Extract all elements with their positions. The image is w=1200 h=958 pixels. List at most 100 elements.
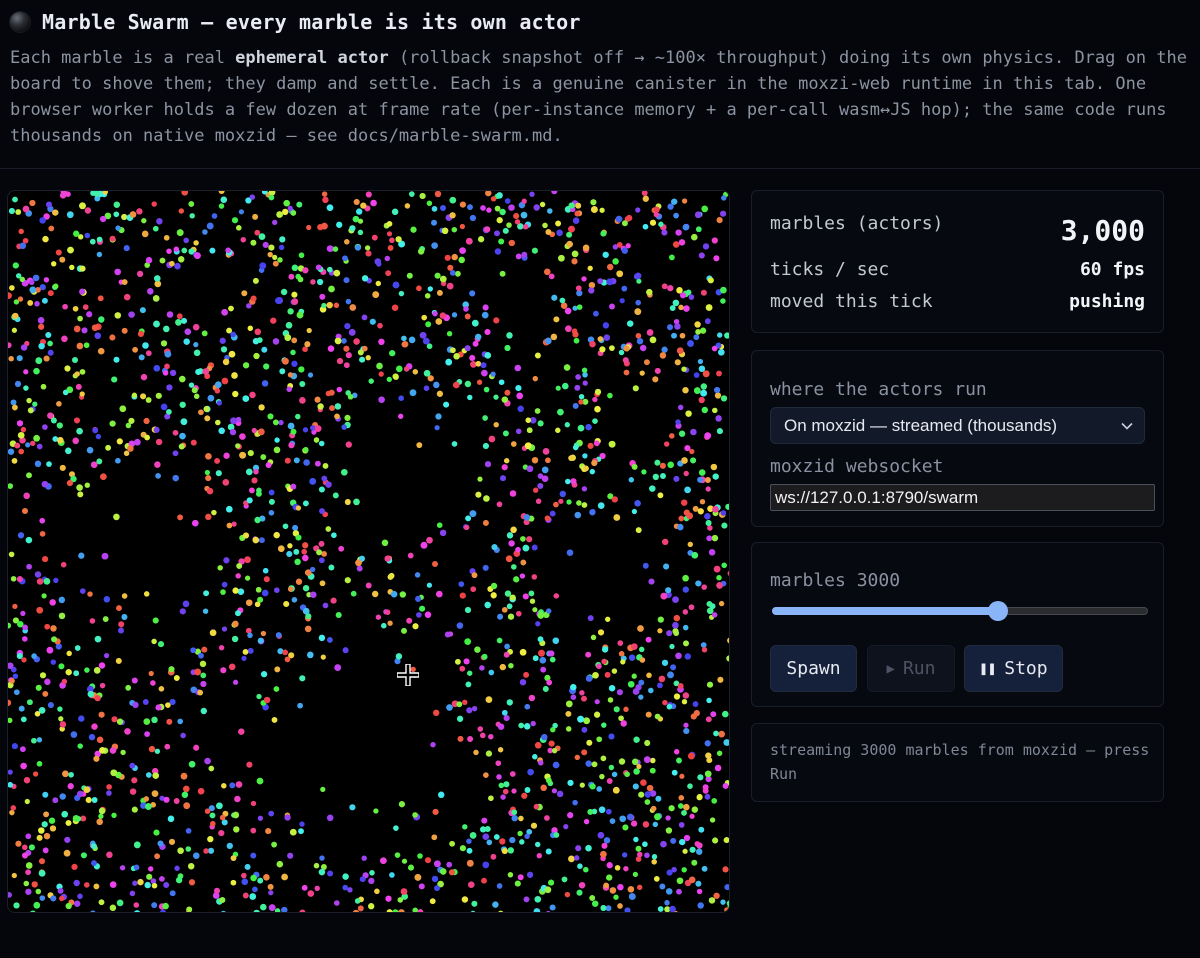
marble (697, 508, 704, 515)
marble (29, 199, 36, 207)
marble (349, 225, 356, 232)
marble (109, 420, 116, 427)
marble (645, 636, 652, 643)
marble (36, 761, 43, 767)
marble (291, 298, 299, 305)
marble (185, 846, 192, 852)
marble (38, 342, 45, 350)
marble (414, 874, 422, 881)
runtime-panel: where the actors run On moxzid — streame… (751, 350, 1164, 527)
marble (35, 888, 42, 895)
marble (581, 695, 587, 702)
marble-canvas[interactable] (8, 191, 730, 913)
marble (100, 473, 107, 480)
marble (532, 376, 538, 382)
marble (684, 653, 692, 660)
marble (361, 275, 369, 282)
marble (545, 229, 552, 235)
marble (603, 334, 610, 341)
marble (10, 576, 17, 582)
marble (416, 442, 423, 448)
marble (612, 786, 620, 794)
marble (577, 424, 585, 432)
marble (609, 818, 616, 824)
marble-board[interactable] (7, 190, 730, 913)
marble (706, 535, 713, 542)
marble (286, 386, 292, 392)
marble (292, 524, 299, 531)
marble (477, 726, 484, 732)
marble (477, 476, 483, 482)
marble (691, 233, 698, 241)
marble (563, 364, 571, 371)
marble (352, 909, 360, 912)
marbles-slider[interactable] (772, 601, 1148, 621)
marble (380, 857, 387, 865)
run-button[interactable]: ▶ Run (867, 645, 955, 692)
marble (687, 783, 693, 790)
marble (319, 293, 326, 300)
marble (482, 415, 488, 421)
marble (303, 500, 309, 507)
marble (515, 253, 522, 260)
marble (681, 810, 687, 816)
marble (581, 727, 588, 733)
marble (589, 783, 596, 790)
marble (649, 767, 656, 774)
websocket-input[interactable] (770, 484, 1155, 511)
marble (650, 805, 657, 812)
marble (66, 650, 72, 657)
marble (176, 313, 183, 320)
stop-button[interactable]: ❚❚ Stop (964, 645, 1063, 692)
marble (662, 699, 668, 706)
marble (89, 618, 96, 624)
marble (652, 376, 659, 383)
marble (597, 629, 605, 636)
marble (31, 881, 38, 888)
marble (291, 597, 298, 603)
marble (699, 499, 706, 505)
marble (533, 908, 541, 912)
marble (506, 532, 514, 539)
marble (252, 886, 258, 893)
marble (328, 285, 335, 293)
marble (700, 642, 707, 648)
marble (589, 340, 596, 348)
slider-thumb[interactable] (987, 601, 1008, 621)
marble (669, 254, 675, 261)
marble (644, 799, 651, 805)
marble (689, 846, 696, 853)
marble (695, 329, 701, 335)
marble (143, 718, 151, 725)
marble (261, 589, 269, 597)
marble (302, 427, 309, 433)
marble (121, 614, 128, 620)
marble (344, 322, 351, 330)
marble (608, 733, 615, 740)
marble (482, 519, 489, 526)
marble (704, 793, 711, 800)
marble (356, 208, 363, 215)
marble (348, 329, 356, 336)
marble (20, 344, 28, 351)
marble (27, 699, 33, 706)
marble (236, 225, 242, 231)
marble (244, 556, 251, 564)
marble (688, 876, 696, 884)
marble (654, 367, 661, 374)
marble (357, 349, 364, 356)
marble (377, 322, 383, 329)
marble (393, 374, 399, 380)
marble (586, 739, 593, 746)
marble (572, 402, 579, 409)
spawn-button[interactable]: Spawn (770, 645, 857, 692)
marble (8, 342, 12, 348)
marble (705, 486, 711, 492)
runtime-select[interactable]: On moxzid — streamed (thousands) (770, 407, 1145, 444)
marble (316, 549, 322, 556)
marble (600, 850, 607, 858)
marble (681, 499, 688, 506)
marble (594, 405, 601, 413)
marble (145, 772, 152, 778)
marble (672, 299, 680, 307)
